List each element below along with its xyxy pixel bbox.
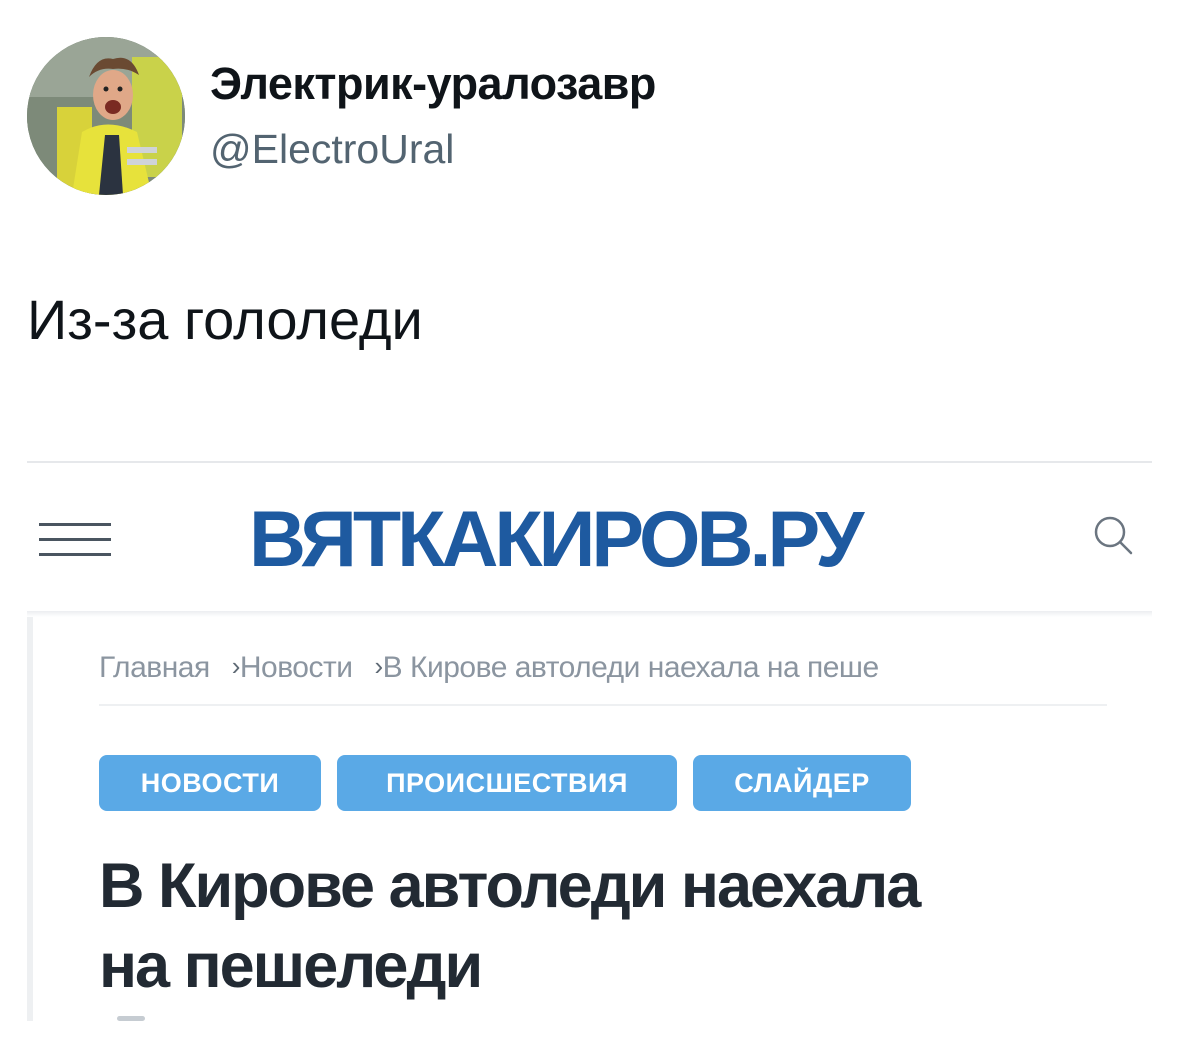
chevron-right-icon: › <box>374 651 384 681</box>
site-header: ВЯТКАКИРОВ.РУ <box>27 463 1152 611</box>
tweet-text: Из-за гололеди <box>27 288 423 351</box>
attached-image[interactable]: ВЯТКАКИРОВ.РУ Главная ›Новости ›В Кирове а… <box>27 461 1152 1021</box>
tag-slider[interactable]: СЛАЙДЕР <box>693 755 911 811</box>
tag-news[interactable]: НОВОСТИ <box>99 755 321 811</box>
author-display-name[interactable]: Электрик-уралозавр <box>210 58 656 110</box>
search-icon[interactable] <box>1089 511 1137 559</box>
author-avatar[interactable] <box>27 37 185 195</box>
breadcrumb: Главная ›Новости ›В Кирове автоледи наехал… <box>99 651 879 685</box>
breadcrumb-news[interactable]: Новости <box>240 651 353 684</box>
article-title-line-1: В Кирове автоледи наехала <box>99 851 921 921</box>
tag-incidents[interactable]: ПРОИСШЕСТВИЯ <box>337 755 677 811</box>
header-shadow <box>27 611 1152 617</box>
site-logo[interactable]: ВЯТКАКИРОВ.РУ <box>249 493 864 585</box>
author-handle[interactable]: @ElectroUral <box>210 126 454 173</box>
breadcrumb-home[interactable]: Главная <box>99 651 210 684</box>
chevron-right-icon: › <box>231 651 241 681</box>
hamburger-menu-icon[interactable] <box>39 523 111 557</box>
profile-photo-icon <box>27 37 185 195</box>
page-edge <box>27 617 33 1021</box>
decorative-mark <box>117 1016 145 1021</box>
divider <box>99 704 1107 706</box>
article-title: В Кирове автоледи наехала на пешеледи <box>99 846 1109 1006</box>
article-title-line-2: на пешеледи <box>99 931 483 1001</box>
breadcrumb-current: В Кирове автоледи наехала на пеше <box>382 651 880 684</box>
